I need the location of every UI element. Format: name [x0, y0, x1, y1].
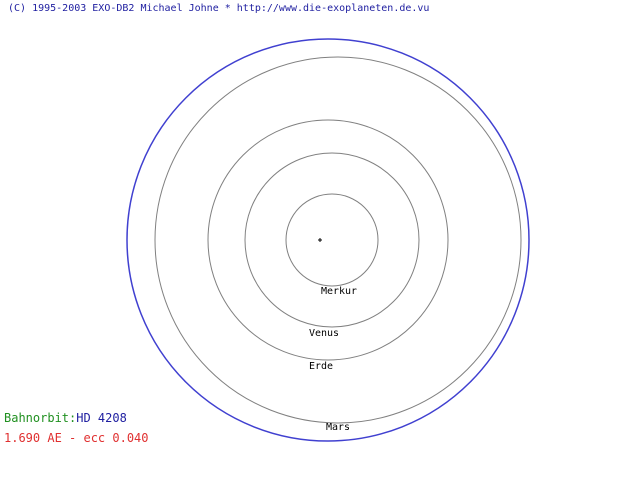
orbit-hd4208: [126, 38, 530, 442]
planet-label-merkur: Merkur: [320, 286, 358, 297]
planet-label-venus: Venus: [308, 328, 340, 339]
orbit-mars: [154, 56, 522, 424]
planet-label-mars: Mars: [325, 422, 351, 433]
object-name: HD 4208: [76, 411, 127, 425]
orbit-details: 1.690 AE - ecc 0.040: [4, 431, 149, 445]
orbit-merkur: [285, 193, 379, 287]
orbit-details-line: 1.690 AE - ecc 0.040: [4, 431, 149, 445]
orbit-venus: [244, 152, 420, 328]
central-star-marker: [318, 238, 322, 242]
orbit-erde: [207, 119, 449, 361]
orbit-label: Bahnorbit:: [4, 411, 77, 425]
orbit-info-line: Bahnorbit:HD 4208: [4, 411, 127, 425]
planet-label-erde: Erde: [308, 361, 334, 372]
orbit-diagram: [126, 38, 530, 442]
